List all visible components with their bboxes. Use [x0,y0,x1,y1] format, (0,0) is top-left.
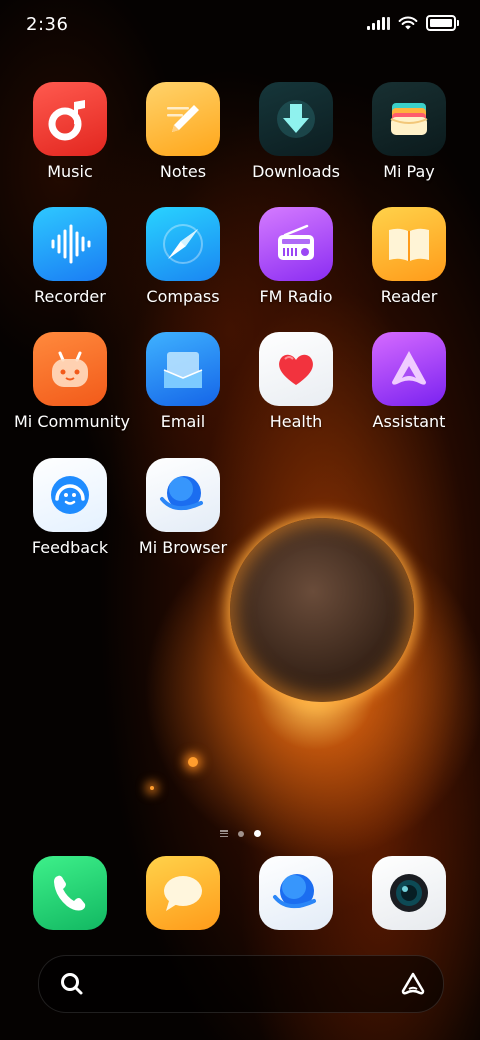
search-icon [61,973,83,995]
messages-icon [146,856,220,930]
page-indicator[interactable] [0,830,480,837]
app-label: FM Radio [259,287,333,306]
feedback-icon [33,458,107,532]
app-mi-pay[interactable]: Mi Pay [353,82,465,181]
browser-icon [146,458,220,532]
app-label: Recorder [34,287,106,306]
app-label: Compass [146,287,220,306]
wallet-icon [372,82,446,156]
browser-icon [259,856,333,930]
wallpaper-star [188,757,198,767]
app-label: Notes [159,162,207,181]
email-icon [146,332,220,406]
app-music[interactable]: Music [14,82,126,181]
app-feedback[interactable]: Feedback [14,458,126,557]
app-label: Feedback [31,538,109,557]
page-dot [237,830,244,837]
status-time: 2:36 [26,14,69,35]
app-label: Health [269,412,323,431]
app-reader[interactable]: Reader [353,207,465,306]
app-notes[interactable]: Notes [127,82,239,181]
app-downloads[interactable]: Downloads [240,82,352,181]
app-compass[interactable]: Compass [127,207,239,306]
app-label: Downloads [252,162,340,181]
status-bar: 2:36 [0,0,480,50]
heart-icon [259,332,333,406]
dock-camera[interactable] [353,856,465,930]
phone-icon [33,856,107,930]
wallpaper-planet [230,518,414,702]
assistant-icon[interactable] [399,970,427,998]
compass-icon [146,207,220,281]
app-mi-community[interactable]: Mi Community [14,332,130,431]
battery-icon [426,15,459,31]
app-label: Mi Community [14,412,130,431]
downloads-icon [259,82,333,156]
dock-phone[interactable] [14,856,126,930]
wifi-icon [398,16,418,29]
dock-messages[interactable] [127,856,239,930]
search-bar[interactable] [38,955,444,1013]
app-label: Email [160,412,206,431]
app-label: Music [47,162,93,181]
page-dot-active [253,830,261,837]
assistant-icon [372,332,446,406]
status-icons [367,15,459,31]
app-assistant[interactable]: Assistant [353,332,465,431]
app-mi-browser[interactable]: Mi Browser [127,458,239,557]
app-label: Mi Browser [138,538,228,557]
book-icon [372,207,446,281]
page-indicator-list-icon [219,830,228,837]
app-label: Assistant [372,412,446,431]
app-recorder[interactable]: Recorder [14,207,126,306]
app-label: Reader [380,287,438,306]
camera-icon [372,856,446,930]
app-email[interactable]: Email [127,332,239,431]
wallpaper-star [150,786,154,790]
signal-icon [367,16,390,30]
app-health[interactable]: Health [240,332,352,431]
app-label: Mi Pay [383,162,435,181]
recorder-icon [33,207,107,281]
notes-icon [146,82,220,156]
app-fm-radio[interactable]: FM Radio [240,207,352,306]
mi-community-icon [33,332,107,406]
radio-icon [259,207,333,281]
dock-browser[interactable] [240,856,352,930]
music-icon [33,82,107,156]
